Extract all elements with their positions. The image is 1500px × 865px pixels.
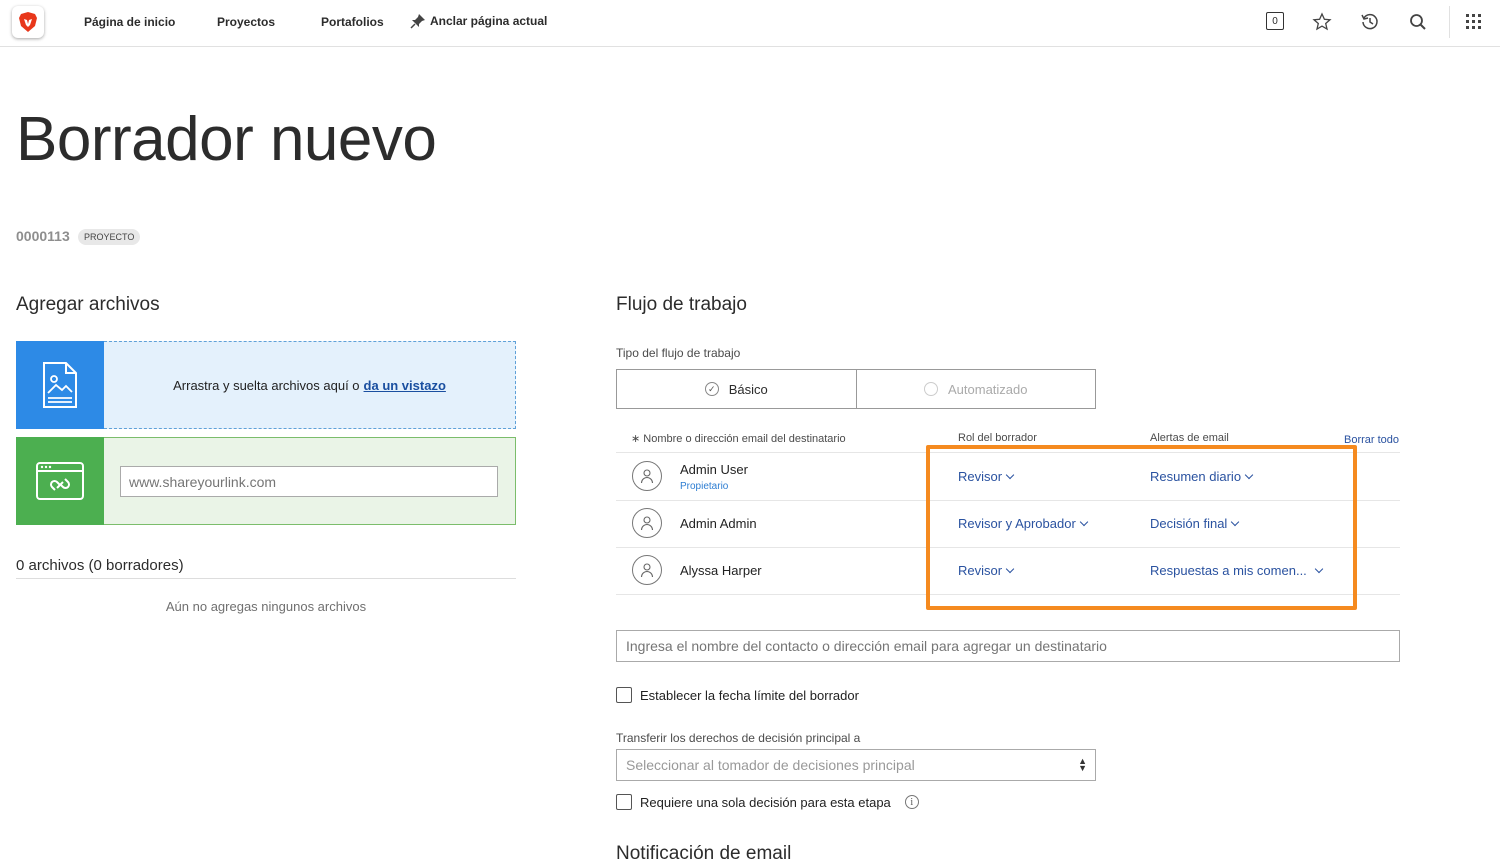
transfer-rights-label: Transferir los derechos de decisión prin… xyxy=(616,731,861,745)
deadline-label: Establecer la fecha límite del borrador xyxy=(640,687,859,703)
toolbar-divider xyxy=(1449,6,1450,38)
alert-value: Respuestas a mis comen... xyxy=(1150,563,1307,578)
recipient-owner-label: Propietario xyxy=(680,481,729,492)
nav-portfolios[interactable]: Portafolios xyxy=(321,15,384,29)
top-navigation-bar: Página de inicio Proyectos Portafolios A… xyxy=(0,0,1500,47)
email-alert-dropdown[interactable]: Decisión final xyxy=(1150,516,1240,531)
files-empty-message: Aún no agregas ningunos archivos xyxy=(165,599,367,614)
workflow-heading: Flujo de trabajo xyxy=(616,294,747,315)
deadline-checkbox[interactable] xyxy=(616,687,632,703)
search-icon[interactable] xyxy=(1407,11,1429,33)
files-count: 0 archivos (0 borradores) xyxy=(16,557,184,574)
browser-link-icon xyxy=(16,437,104,525)
avatar-icon xyxy=(632,508,662,538)
nav-home[interactable]: Página de inicio xyxy=(84,15,175,29)
role-column-header: Rol del borrador xyxy=(958,432,1037,444)
single-decision-label: Requiere una sola decisión para esta eta… xyxy=(640,794,891,810)
share-link-body xyxy=(104,437,516,525)
share-link-panel xyxy=(16,437,516,525)
app-launcher-grid-icon[interactable] xyxy=(1463,11,1485,33)
recipient-name: Alyssa Harper xyxy=(680,563,762,578)
workflow-type-label: Tipo del flujo de trabajo xyxy=(616,346,741,360)
recent-history-icon[interactable] xyxy=(1359,11,1381,33)
role-dropdown[interactable]: Revisor xyxy=(958,563,1015,578)
email-alert-dropdown[interactable]: Resumen diario xyxy=(1150,469,1254,484)
primary-decision-maker-select[interactable]: Seleccionar al tomador de decisiones pri… xyxy=(616,749,1096,781)
role-value: Revisor xyxy=(958,469,1003,484)
add-recipient-input[interactable] xyxy=(616,630,1400,662)
pin-icon xyxy=(410,14,425,29)
workflow-type-basic-label: Básico xyxy=(728,381,768,397)
role-dropdown[interactable]: Revisor xyxy=(958,469,1015,484)
clear-all-link[interactable]: Borrar todo xyxy=(1344,434,1399,446)
recipient-row: Admin Admin Revisor y Aprobador Decisión… xyxy=(616,500,1400,548)
single-decision-option[interactable]: Requiere una sola decisión para esta eta… xyxy=(616,794,919,810)
alert-value: Decisión final xyxy=(1150,516,1228,531)
workflow-type-toggle: ✓ Básico Automatizado xyxy=(616,369,1096,409)
workflow-type-basic[interactable]: ✓ Básico xyxy=(617,370,856,408)
chevron-down-icon xyxy=(1005,564,1015,574)
unchecked-radio-icon xyxy=(924,382,938,396)
avatar-icon xyxy=(632,461,662,491)
checked-radio-icon: ✓ xyxy=(704,382,719,396)
favorites-star-icon[interactable] xyxy=(1311,11,1333,33)
chevron-down-icon xyxy=(1079,517,1089,527)
lion-logo-icon xyxy=(19,12,37,32)
chevron-down-icon xyxy=(1244,470,1254,480)
browse-link[interactable]: da un vistazo xyxy=(364,378,446,393)
drop-instructions: Arrastra y suelta archivos aquí o xyxy=(173,377,360,393)
info-icon[interactable]: i xyxy=(904,795,919,809)
role-dropdown[interactable]: Revisor y Aprobador xyxy=(958,516,1089,531)
type-badge: PROYECTO xyxy=(78,229,141,245)
add-files-heading: Agregar archivos xyxy=(16,294,160,315)
avatar-icon xyxy=(632,555,662,585)
role-value: Revisor y Aprobador xyxy=(958,516,1076,531)
pin-page-label: Anclar página actual xyxy=(430,14,548,28)
reference-number: 0000113 xyxy=(16,228,70,244)
alerts-column-header: Alertas de email xyxy=(1150,432,1229,444)
workflow-type-automated-label: Automatizado xyxy=(948,381,1028,397)
drop-zone-body[interactable]: Arrastra y suelta archivos aquí o da un … xyxy=(104,341,516,429)
nav-projects[interactable]: Proyectos xyxy=(217,15,275,29)
email-alert-dropdown[interactable]: Respuestas a mis comen... xyxy=(1150,563,1324,578)
select-placeholder: Seleccionar al tomador de decisiones pri… xyxy=(626,757,915,773)
page-title: Borrador nuevo xyxy=(16,105,437,174)
recipient-column-header: ∗ Nombre o dirección email del destinata… xyxy=(631,433,846,445)
document-image-icon xyxy=(16,341,104,429)
files-divider xyxy=(16,578,516,579)
email-notification-heading: Notificación de email xyxy=(616,843,792,864)
chevron-down-icon xyxy=(1231,517,1240,527)
chevron-down-icon xyxy=(1005,470,1015,480)
recipient-name: Admin Admin xyxy=(680,516,757,531)
recipient-row: Admin User Propietario Revisor Resumen d… xyxy=(616,453,1400,501)
single-decision-checkbox[interactable] xyxy=(616,794,632,810)
select-arrows-icon: ▲ ▼ xyxy=(1078,756,1087,773)
recipient-name: Admin User xyxy=(680,462,748,477)
deadline-option[interactable]: Establecer la fecha límite del borrador xyxy=(616,687,859,703)
pin-page-button[interactable]: Anclar página actual xyxy=(410,13,547,29)
chevron-down-icon xyxy=(1314,564,1324,574)
recipient-row: Alyssa Harper Revisor Respuestas a mis c… xyxy=(616,547,1400,595)
workflow-type-automated[interactable]: Automatizado xyxy=(855,370,1096,408)
file-drop-zone[interactable]: Arrastra y suelta archivos aquí o da un … xyxy=(16,341,516,429)
share-link-input[interactable] xyxy=(120,466,498,497)
notifications-count-button[interactable]: 0 xyxy=(1266,12,1284,30)
role-value: Revisor xyxy=(958,563,1003,578)
alert-value: Resumen diario xyxy=(1150,469,1242,484)
app-logo[interactable] xyxy=(12,6,44,38)
